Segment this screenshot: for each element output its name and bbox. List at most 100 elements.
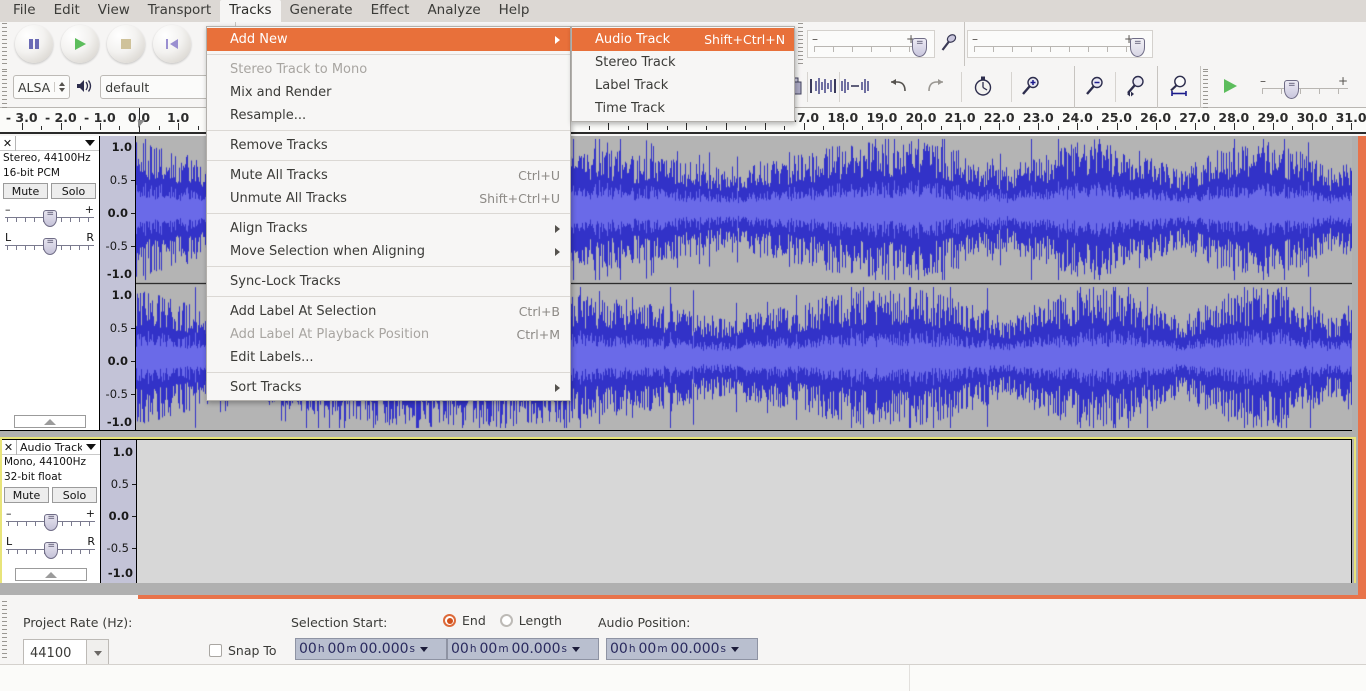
menu-effect[interactable]: Effect xyxy=(362,0,419,22)
tracks-dropdown-menu[interactable]: Add New Stereo Track to Mono Mix and Rende… xyxy=(206,26,571,401)
menu-item-unmute-all-tracks[interactable]: Unmute All Tracks Shift+Ctrl+U xyxy=(207,187,570,210)
play-meter[interactable]: – + xyxy=(967,30,1153,58)
fit-project-button[interactable] xyxy=(1158,72,1200,102)
menu-item-edit-labels[interactable]: Edit Labels... xyxy=(207,346,570,369)
transport-toolbar-grip[interactable] xyxy=(0,22,9,66)
length-radio[interactable] xyxy=(499,614,513,627)
vertical-ruler-stereo[interactable]: 1.0 0.5 0.0 -0.5 -1.0 1.0 0.5 0.0 -0.5 -… xyxy=(100,136,136,430)
menu-item-audio-track[interactable]: Audio Track Shift+Ctrl+N xyxy=(572,28,794,51)
solo-button-mono[interactable]: Solo xyxy=(52,487,97,503)
audio-position-field[interactable]: 00 h 00 m 00.000 s xyxy=(606,638,758,660)
menu-item-move-selection-when-aligning[interactable]: Move Selection when Aligning xyxy=(207,240,570,263)
audio-host-spinner[interactable] xyxy=(54,82,65,92)
sel-start-dropdown-icon[interactable] xyxy=(420,646,429,652)
trim-audio-button[interactable] xyxy=(806,72,839,102)
play-meter-thumb[interactable] xyxy=(1130,38,1145,57)
end-radio[interactable] xyxy=(443,614,456,627)
mute-button[interactable]: Mute xyxy=(3,183,48,199)
menu-file[interactable]: File xyxy=(4,0,45,22)
menu-item-stereo-track[interactable]: Stereo Track xyxy=(572,51,794,74)
record-meter-grip[interactable] xyxy=(796,22,805,66)
redo-button[interactable] xyxy=(917,72,955,102)
gain-thumb-mono[interactable] xyxy=(43,513,58,531)
gain-slider-mono[interactable]: – + xyxy=(6,507,95,531)
collapse-track-button-mono[interactable] xyxy=(14,568,87,581)
silence-audio-button[interactable] xyxy=(838,72,871,102)
project-rate-value[interactable]: 44100 xyxy=(23,639,87,667)
gain-slider[interactable]: – + xyxy=(5,203,94,227)
stop-button[interactable] xyxy=(103,25,149,63)
ruler-tick-minor xyxy=(979,126,981,130)
play-speed-slider[interactable]: – + xyxy=(1256,73,1366,101)
menu-item-time-track[interactable]: Time Track xyxy=(572,97,794,120)
close-track-button[interactable]: ✕ xyxy=(0,135,16,151)
zoom-out-button[interactable] xyxy=(1075,72,1115,102)
audio-pos-dropdown-icon[interactable] xyxy=(731,646,740,652)
collapse-track-button[interactable] xyxy=(13,415,86,428)
selection-start-field[interactable]: 00 h 00 m 00.000 s xyxy=(295,638,447,660)
vruler-label-4: -0.5 xyxy=(105,239,128,253)
play-at-speed-button[interactable] xyxy=(1210,72,1250,102)
audio-host-combo[interactable]: ALSA xyxy=(13,75,71,99)
track-title-mono[interactable]: Audio Track xyxy=(17,441,82,454)
play-speed-toolbar-grip[interactable] xyxy=(1201,66,1210,108)
play-button[interactable] xyxy=(57,25,103,63)
menu-help[interactable]: Help xyxy=(490,0,539,22)
menu-item-sync-lock-tracks[interactable]: Sync-Lock Tracks xyxy=(207,270,570,293)
track-stereo[interactable]: ✕ Stereo, 44100Hz 16-bit PCM Mute Solo –… xyxy=(0,135,1352,431)
selection-toolbar-grip[interactable] xyxy=(0,600,9,660)
menu-item-align-tracks[interactable]: Align Tracks xyxy=(207,217,570,240)
pan-slider-mono[interactable]: L R xyxy=(6,535,95,559)
record-meter-toolbar[interactable]: – + xyxy=(805,22,965,66)
menu-generate[interactable]: Generate xyxy=(281,0,362,22)
menu-item-sort-tracks[interactable]: Sort Tracks xyxy=(207,376,570,399)
track-resize-row xyxy=(0,415,99,428)
record-meter[interactable]: – + xyxy=(807,30,935,58)
snap-to-checkbox[interactable] xyxy=(209,644,222,657)
menu-item-add-label-at-selection[interactable]: Add Label At Selection Ctrl+B xyxy=(207,300,570,323)
menu-item-mix-and-render[interactable]: Mix and Render xyxy=(207,81,570,104)
menu-view[interactable]: View xyxy=(89,0,139,22)
pan-thumb-mono[interactable] xyxy=(43,541,58,559)
horizontal-scrollbar[interactable] xyxy=(138,595,1366,599)
add-new-submenu[interactable]: Audio Track Shift+Ctrl+N Stereo Track Label… xyxy=(571,26,795,122)
menu-item-mute-all-tracks[interactable]: Mute All Tracks Ctrl+U xyxy=(207,164,570,187)
vertical-ruler-mono[interactable]: 1.0 0.5 0.0 -0.5 -1.0 xyxy=(101,440,137,583)
waveform-mono[interactable] xyxy=(137,440,1351,583)
close-track-button-mono[interactable]: ✕ xyxy=(1,439,17,455)
track-control-panel-mono[interactable]: ✕ Audio Track Mono, 44100Hz 32-bit float… xyxy=(1,439,101,583)
sync-lock-button[interactable] xyxy=(960,72,1005,102)
solo-button[interactable]: Solo xyxy=(51,183,96,199)
pan-slider[interactable]: L R xyxy=(5,231,94,255)
gain-thumb[interactable] xyxy=(42,209,57,227)
track-menu-chevron-down-icon[interactable] xyxy=(81,140,99,146)
record-meter-thumb[interactable] xyxy=(912,38,927,57)
selection-end-field[interactable]: 00 h 00 m 00.000 s xyxy=(447,638,599,660)
mute-button-mono[interactable]: Mute xyxy=(4,487,49,503)
track-mono[interactable]: ✕ Audio Track Mono, 44100Hz 32-bit float… xyxy=(0,439,1352,584)
menu-item-remove-tracks[interactable]: Remove Tracks xyxy=(207,134,570,157)
skip-to-start-button[interactable] xyxy=(149,25,195,63)
vruler-tick-2 xyxy=(131,180,135,181)
play-speed-thumb[interactable] xyxy=(1284,80,1299,99)
menu-transport[interactable]: Transport xyxy=(139,0,220,22)
menu-analyze[interactable]: Analyze xyxy=(418,0,489,22)
fit-selection-button[interactable] xyxy=(1114,72,1157,102)
menu-item-add-new[interactable]: Add New xyxy=(207,28,570,51)
menu-item-label-track[interactable]: Label Track xyxy=(572,74,794,97)
menu-tracks[interactable]: Tracks xyxy=(220,0,281,22)
device-toolbar-grip[interactable] xyxy=(0,66,9,108)
menu-edit[interactable]: Edit xyxy=(45,0,89,22)
menu-item-resample[interactable]: Resample... xyxy=(207,104,570,127)
track-menu-chevron-down-icon-mono[interactable] xyxy=(82,444,100,450)
play-meter-toolbar[interactable]: – + xyxy=(965,22,1215,66)
output-device-combo[interactable]: default xyxy=(100,75,221,99)
pan-thumb[interactable] xyxy=(42,237,57,255)
zoom-in-button[interactable] xyxy=(1010,72,1051,102)
project-rate-dropdown-icon[interactable] xyxy=(87,639,109,667)
track-control-panel-stereo[interactable]: ✕ Stereo, 44100Hz 16-bit PCM Mute Solo –… xyxy=(0,135,100,430)
pause-button[interactable] xyxy=(11,25,57,63)
sel-end-dropdown-icon[interactable] xyxy=(572,646,581,652)
play-cursor xyxy=(138,108,145,132)
undo-button[interactable] xyxy=(879,72,917,102)
